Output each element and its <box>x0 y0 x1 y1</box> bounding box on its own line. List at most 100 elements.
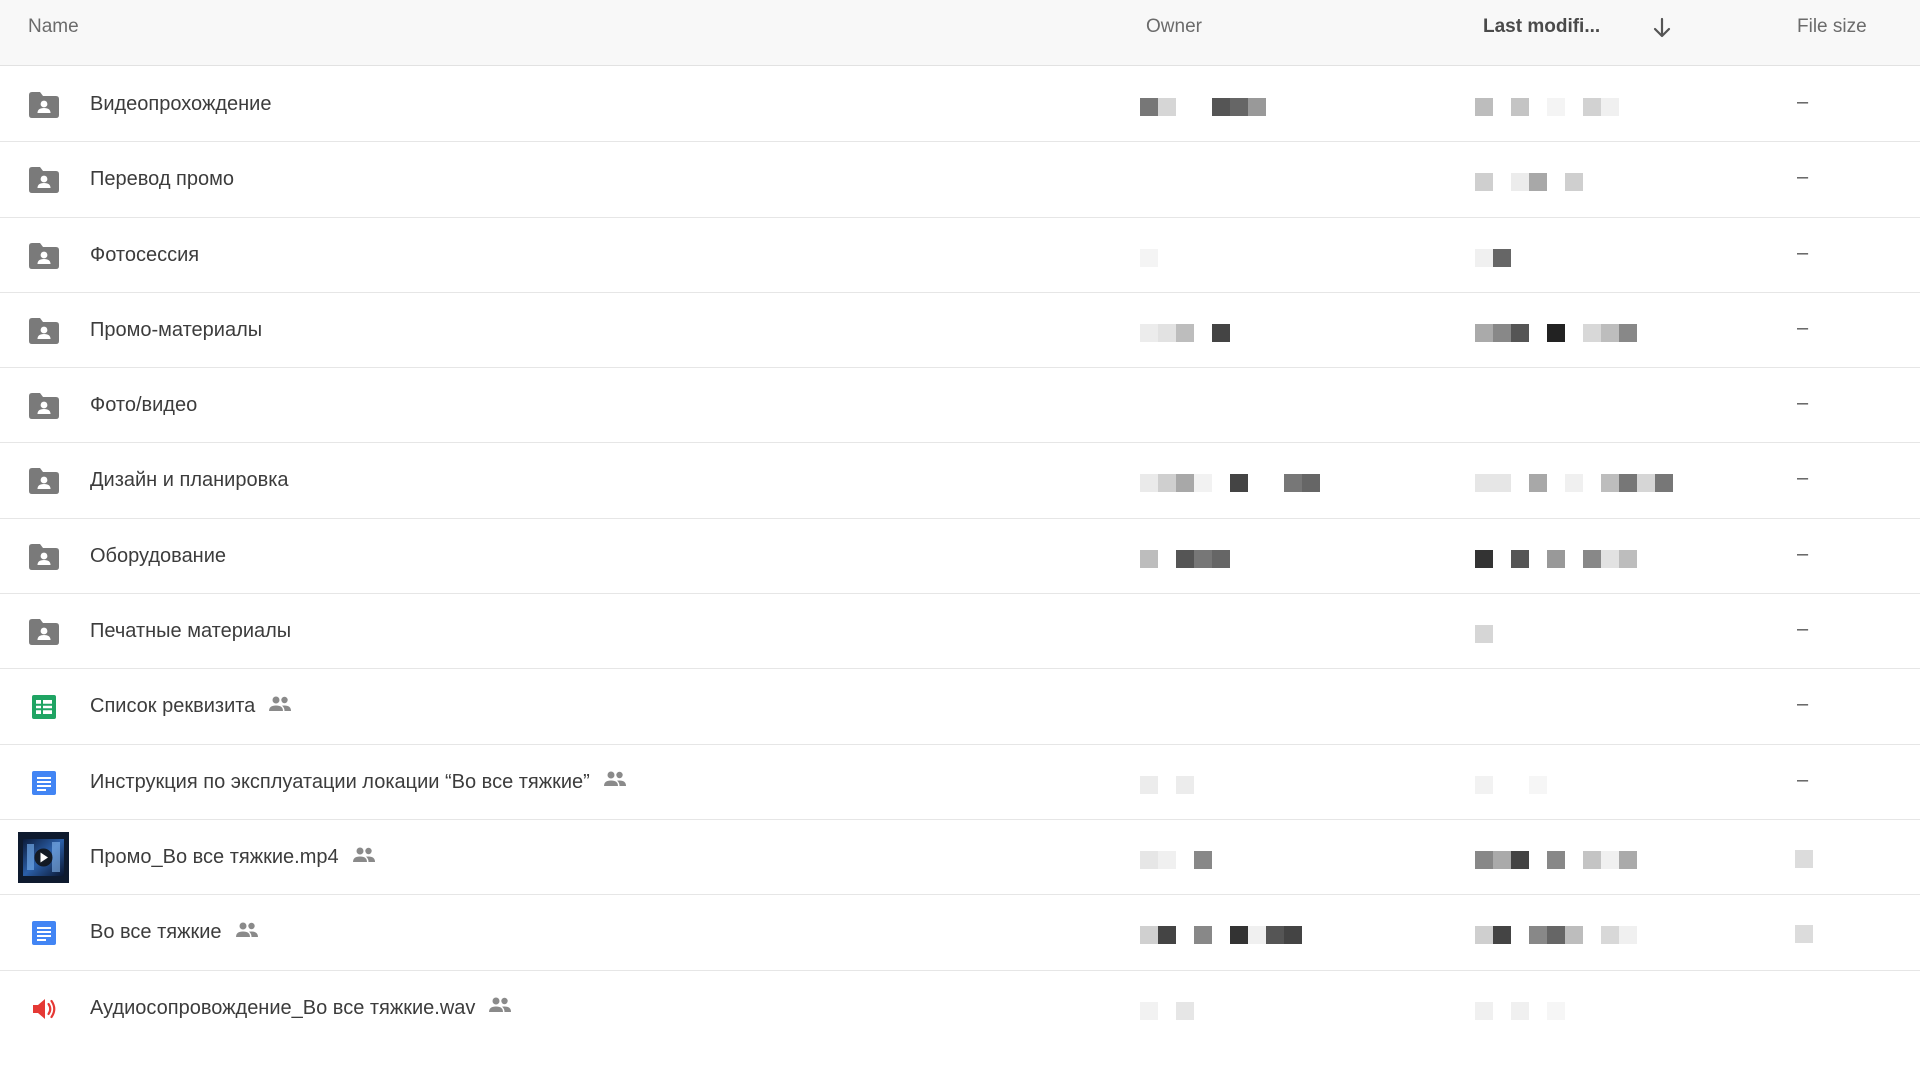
column-header-owner[interactable]: Owner <box>1146 16 1202 38</box>
redacted-pixel-block <box>1619 926 1637 945</box>
file-name: Фото/видео <box>90 394 197 417</box>
file-name: Дизайн и планировка <box>90 469 289 492</box>
redacted-pixel-block <box>1140 323 1158 342</box>
redacted-pixel-block <box>1547 98 1565 116</box>
last-modified-cell-redacted <box>1475 547 1775 571</box>
file-size-cell-redacted <box>1795 849 1813 868</box>
redacted-pixel-block <box>1140 850 1158 869</box>
last-modified-cell-redacted <box>1475 246 1775 270</box>
file-row[interactable]: Фото/видео – <box>0 368 1920 444</box>
last-modified-cell-redacted <box>1475 95 1775 119</box>
last-modified-cell-redacted <box>1475 471 1775 495</box>
owner-cell-redacted <box>1140 547 1380 571</box>
file-row[interactable]: Промо_Во все тяжкие.mp4 <box>0 820 1920 896</box>
redacted-pixel-block <box>1158 474 1176 493</box>
owner-cell-redacted <box>1140 471 1380 495</box>
file-size-cell: – <box>1797 316 1809 339</box>
column-header-file-size[interactable]: File size <box>1797 16 1867 38</box>
file-row[interactable]: Промо-материалы – <box>0 293 1920 369</box>
redacted-pixel-block <box>1655 474 1673 493</box>
shared-folder-icon <box>27 391 61 421</box>
file-row[interactable]: Фотосессия – <box>0 218 1920 293</box>
last-modified-cell-redacted <box>1475 773 1775 797</box>
shared-people-icon <box>602 770 628 788</box>
file-row[interactable]: Список реквизита – <box>0 669 1920 745</box>
file-size-cell: – <box>1797 618 1809 641</box>
file-name: Фотосессия <box>90 244 199 267</box>
file-rows: Видеопрохождение – Перевод промо – Фотосес… <box>0 67 1920 1046</box>
redacted-pixel-block <box>1140 1001 1158 1020</box>
redacted-pixel-block <box>1284 926 1302 945</box>
last-modified-cell-redacted <box>1475 848 1775 872</box>
redacted-pixel-block <box>1619 323 1637 342</box>
file-size-cell: – <box>1797 467 1809 490</box>
file-row[interactable]: Печатные материалы – <box>0 594 1920 670</box>
file-name: Промо_Во все тяжкие.mp4 <box>90 846 377 869</box>
file-row[interactable]: Видеопрохождение – <box>0 67 1920 143</box>
redacted-pixel-block <box>1583 323 1601 342</box>
last-modified-cell-redacted <box>1475 697 1775 721</box>
redacted-pixel-block <box>1547 323 1565 342</box>
redacted-pixel-block <box>1176 474 1194 493</box>
shared-folder-icon <box>27 542 61 572</box>
redacted-pixel-block <box>1475 549 1493 568</box>
redacted-pixel-block <box>1475 173 1493 192</box>
file-name: Оборудование <box>90 545 226 568</box>
redacted-pixel-block <box>1601 98 1619 116</box>
file-row[interactable]: Во все тяжкие <box>0 895 1920 971</box>
redacted-pixel-block <box>1475 850 1493 869</box>
redacted-pixel-block <box>1212 549 1230 568</box>
redacted-pixel-block <box>1140 248 1158 267</box>
shared-folder-icon <box>27 241 61 271</box>
redacted-pixel-block <box>1601 850 1619 869</box>
file-name-label: Инструкция по эксплуатации локации “Во в… <box>90 770 590 793</box>
google-docs-icon <box>27 768 61 798</box>
last-modified-cell-redacted <box>1475 999 1775 1023</box>
redacted-pixel-block <box>1194 926 1212 945</box>
redacted-pixel-block <box>1511 173 1529 192</box>
file-name-label: Оборудование <box>90 544 227 567</box>
redacted-pixel-block <box>1266 926 1284 945</box>
column-header-last-modified[interactable]: Last modifi... <box>1483 16 1600 38</box>
redacted-pixel-block <box>1529 926 1547 945</box>
redacted-pixel-block <box>1475 248 1493 267</box>
redacted-pixel-block <box>1547 549 1565 568</box>
shared-people-icon <box>267 695 293 713</box>
file-row[interactable]: Дизайн и планировка – <box>0 443 1920 519</box>
file-row[interactable]: Аудиосопровождение_Во все тяжкие.wav <box>0 971 1920 1046</box>
sort-descending-arrow-icon[interactable] <box>1650 16 1674 40</box>
redacted-pixel-block <box>1583 98 1601 116</box>
redacted-pixel-block <box>1601 323 1619 342</box>
redacted-pixel-block <box>1212 98 1230 116</box>
file-size-cell-redacted <box>1795 925 1813 944</box>
file-name-label: Печатные материалы <box>90 620 292 643</box>
file-row[interactable]: Инструкция по эксплуатации локации “Во в… <box>0 745 1920 820</box>
file-row[interactable]: Перевод промо – <box>0 142 1920 218</box>
owner-cell-redacted <box>1140 95 1380 119</box>
owner-cell-redacted <box>1140 321 1380 345</box>
file-row[interactable]: Оборудование – <box>0 519 1920 595</box>
redacted-pixel-block <box>1212 323 1230 342</box>
redacted-pixel-block <box>1248 98 1266 116</box>
file-name: Печатные материалы <box>90 620 291 643</box>
file-size-cell: – <box>1797 542 1809 565</box>
owner-cell-redacted <box>1140 999 1380 1023</box>
redacted-pixel-block <box>1529 775 1547 794</box>
redacted-pixel-block <box>1619 549 1637 568</box>
redacted-pixel-block <box>1176 1001 1194 1020</box>
redacted-pixel-block <box>1475 625 1493 644</box>
file-name-label: Список реквизита <box>90 695 256 718</box>
redacted-pixel-block <box>1176 323 1194 342</box>
redacted-pixel-block <box>1511 323 1529 342</box>
column-header-name[interactable]: Name <box>28 16 79 38</box>
redacted-pixel-block <box>1637 474 1655 493</box>
shared-folder-icon <box>27 466 61 496</box>
shared-folder-icon <box>27 316 61 346</box>
owner-cell-redacted <box>1140 246 1380 270</box>
redacted-pixel-block <box>1158 98 1176 116</box>
redacted-pixel-block <box>1493 850 1511 869</box>
redacted-pixel-block <box>1511 98 1529 116</box>
file-list-view: Name Owner Last modifi... File size Виде… <box>0 0 1920 1067</box>
redacted-pixel-block <box>1158 926 1176 945</box>
redacted-pixel-block <box>1194 850 1212 869</box>
